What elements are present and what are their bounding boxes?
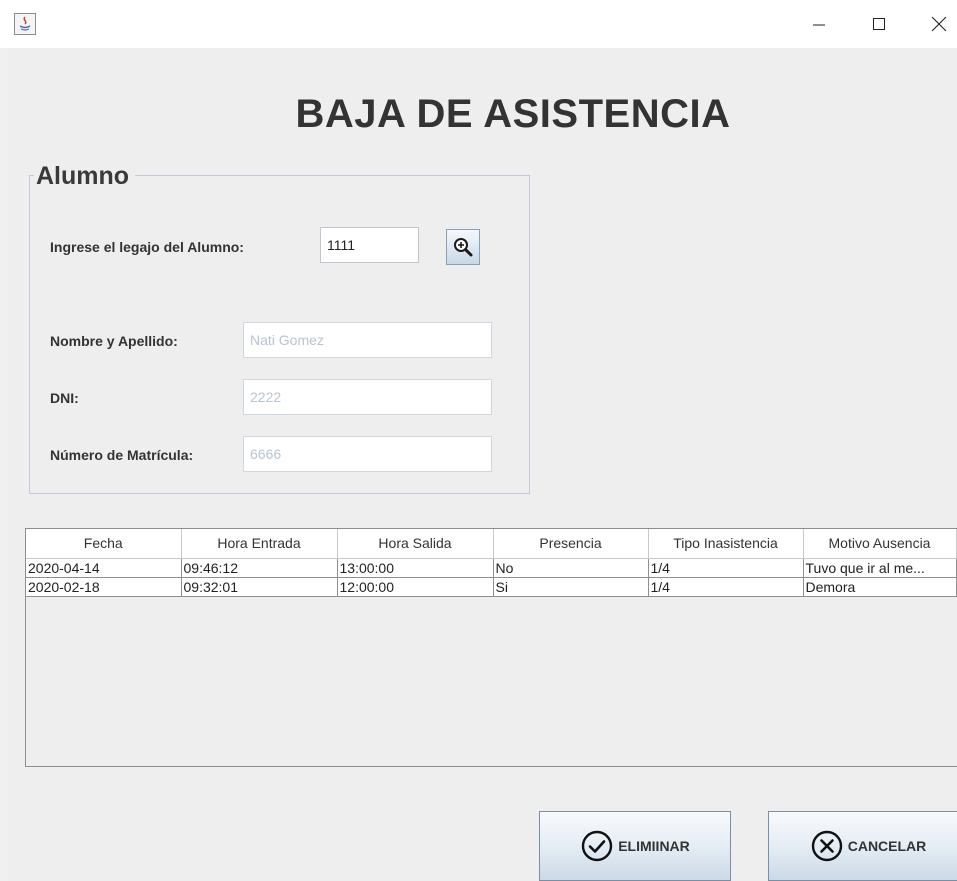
maximize-icon [873,18,885,30]
column-header-presencia[interactable]: Presencia [493,529,649,559]
cell-hora-entrada[interactable]: 09:32:01 [181,577,338,597]
column-header-tipo-inasistencia[interactable]: Tipo Inasistencia [648,529,804,559]
close-icon [931,16,947,32]
eliminar-button[interactable]: ELIMIINAR [539,811,731,881]
close-button[interactable] [916,0,957,48]
column-header-hora-salida[interactable]: Hora Salida [337,529,494,559]
matricula-field: 6666 [243,436,492,472]
table-row[interactable]: 2020-02-18 09:32:01 12:00:00 Si 1/4 Demo… [26,577,957,597]
minimize-icon [813,24,825,26]
maximize-button[interactable] [856,0,902,48]
table-header-row: Fecha Hora Entrada Hora Salida Presencia… [26,529,957,559]
cell-hora-entrada[interactable]: 09:46:12 [181,558,338,578]
column-header-hora-entrada[interactable]: Hora Entrada [181,529,338,559]
cell-motivo-ausencia[interactable]: Demora [803,577,957,597]
legajo-input[interactable]: 1111 [320,227,419,263]
cell-hora-salida[interactable]: 12:00:00 [337,577,494,597]
dni-label: DNI: [50,390,79,406]
cell-tipo-inasistencia[interactable]: 1/4 [648,558,804,578]
zoom-in-search-icon [454,238,473,257]
eliminar-button-label: ELIMIINAR [618,838,690,854]
java-app-icon[interactable] [14,13,36,35]
main-panel: BAJA DE ASISTENCIA Alumno Ingrese el leg… [8,48,957,881]
cell-hora-salida[interactable]: 13:00:00 [337,558,494,578]
cell-presencia[interactable]: No [493,558,649,578]
nombre-label: Nombre y Apellido: [50,333,178,349]
page-title: BAJA DE ASISTENCIA [295,92,731,136]
window: BAJA DE ASISTENCIA Alumno Ingrese el leg… [0,0,957,881]
column-header-fecha[interactable]: Fecha [26,529,182,559]
alumno-group-legend: Alumno [34,162,136,190]
cell-fecha[interactable]: 2020-02-18 [26,577,182,597]
x-circle-icon [811,830,842,862]
cell-fecha[interactable]: 2020-04-14 [26,558,182,578]
title-bar[interactable] [0,0,957,48]
asistencias-table[interactable]: Fecha Hora Entrada Hora Salida Presencia… [25,528,957,767]
nombre-field: Nati Gomez [243,322,492,358]
legajo-label: Ingrese el legajo del Alumno: [50,239,244,255]
minimize-button[interactable] [796,0,842,48]
check-circle-icon [582,830,613,862]
cancelar-button-label: CANCELAR [847,838,927,854]
cancelar-button[interactable]: CANCELAR [768,811,957,881]
cell-tipo-inasistencia[interactable]: 1/4 [648,577,804,597]
dni-field: 2222 [243,379,492,415]
matricula-label: Número de Matrícula: [50,447,194,463]
cell-motivo-ausencia[interactable]: Tuvo que ir al me... [803,558,957,578]
column-header-motivo-ausencia[interactable]: Motivo Ausencia [803,529,957,559]
search-button[interactable] [446,229,480,265]
cell-presencia[interactable]: Si [493,577,649,597]
table-row[interactable]: 2020-04-14 09:46:12 13:00:00 No 1/4 Tuvo… [26,558,957,578]
